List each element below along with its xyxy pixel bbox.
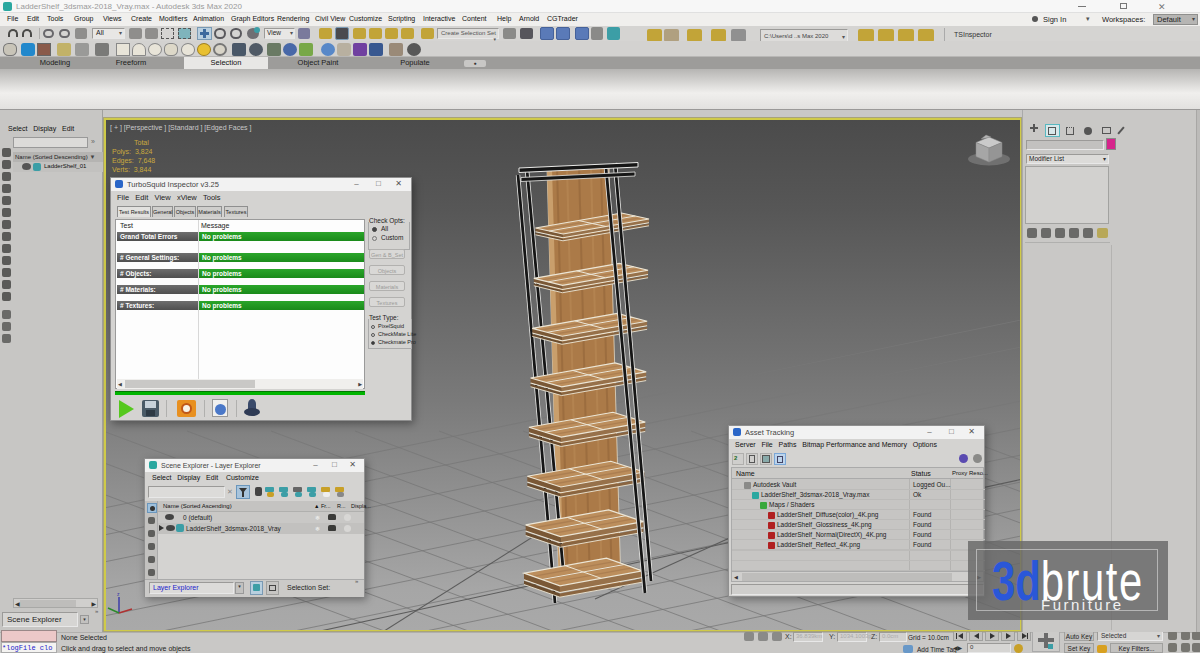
svg-text:z: z — [117, 591, 120, 597]
